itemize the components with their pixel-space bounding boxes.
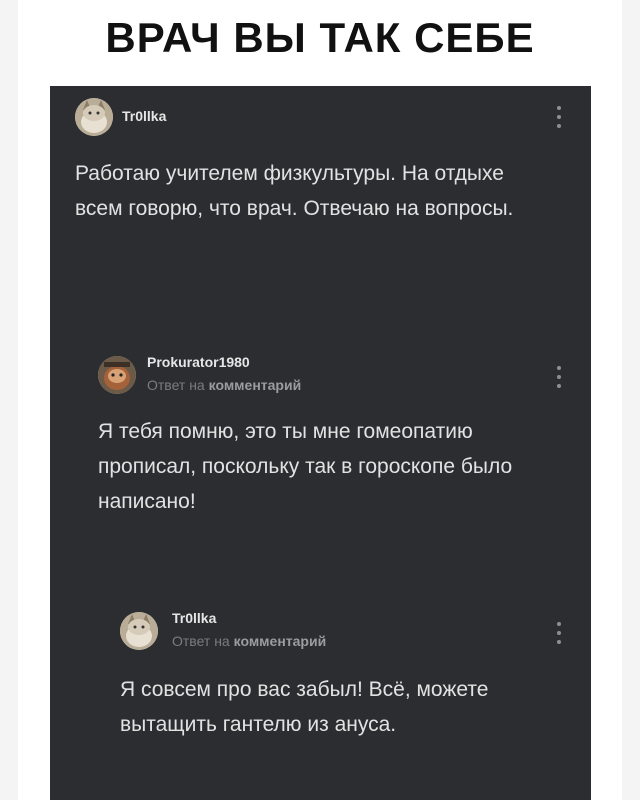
avatar[interactable] xyxy=(75,98,113,136)
comment-text: Я тебя помню, это ты мне гомеопатию проп… xyxy=(98,420,513,513)
comment-2: Prokurator1980 Ответ на комментарий Я те… xyxy=(50,344,591,564)
page-margin-right xyxy=(622,0,640,800)
reply-to-label: Ответ на комментарий xyxy=(147,377,301,393)
more-options-icon[interactable] xyxy=(556,366,562,388)
more-options-icon[interactable] xyxy=(556,106,562,128)
avatar[interactable] xyxy=(98,356,136,394)
comment-text: Я совсем про вас забыл! Всё, можете выта… xyxy=(120,678,489,736)
reply-prefix: Ответ на xyxy=(147,377,205,393)
reply-target-link[interactable]: комментарий xyxy=(209,377,302,393)
comment-username[interactable]: Tr0llka xyxy=(172,610,216,626)
avatar[interactable] xyxy=(120,612,158,650)
comment-3: Tr0llka Ответ на комментарий Я совсем пр… xyxy=(50,598,591,798)
comment-username[interactable]: Prokurator1980 xyxy=(147,354,250,370)
more-options-icon[interactable] xyxy=(556,622,562,644)
comments-panel: Tr0llka Работаю учителем физкультуры. На… xyxy=(50,86,591,800)
reply-to-label: Ответ на комментарий xyxy=(172,633,326,649)
comment-username[interactable]: Tr0llka xyxy=(122,108,166,124)
meme-title: ВРАЧ ВЫ ТАК СЕБЕ xyxy=(105,14,535,61)
comment-text: Работаю учителем физкультуры. На отдыхе … xyxy=(75,162,514,220)
comment-1: Tr0llka Работаю учителем физкультуры. На… xyxy=(50,86,591,286)
page-margin-left xyxy=(0,0,18,800)
reply-prefix: Ответ на xyxy=(172,633,230,649)
reply-target-link[interactable]: комментарий xyxy=(234,633,327,649)
